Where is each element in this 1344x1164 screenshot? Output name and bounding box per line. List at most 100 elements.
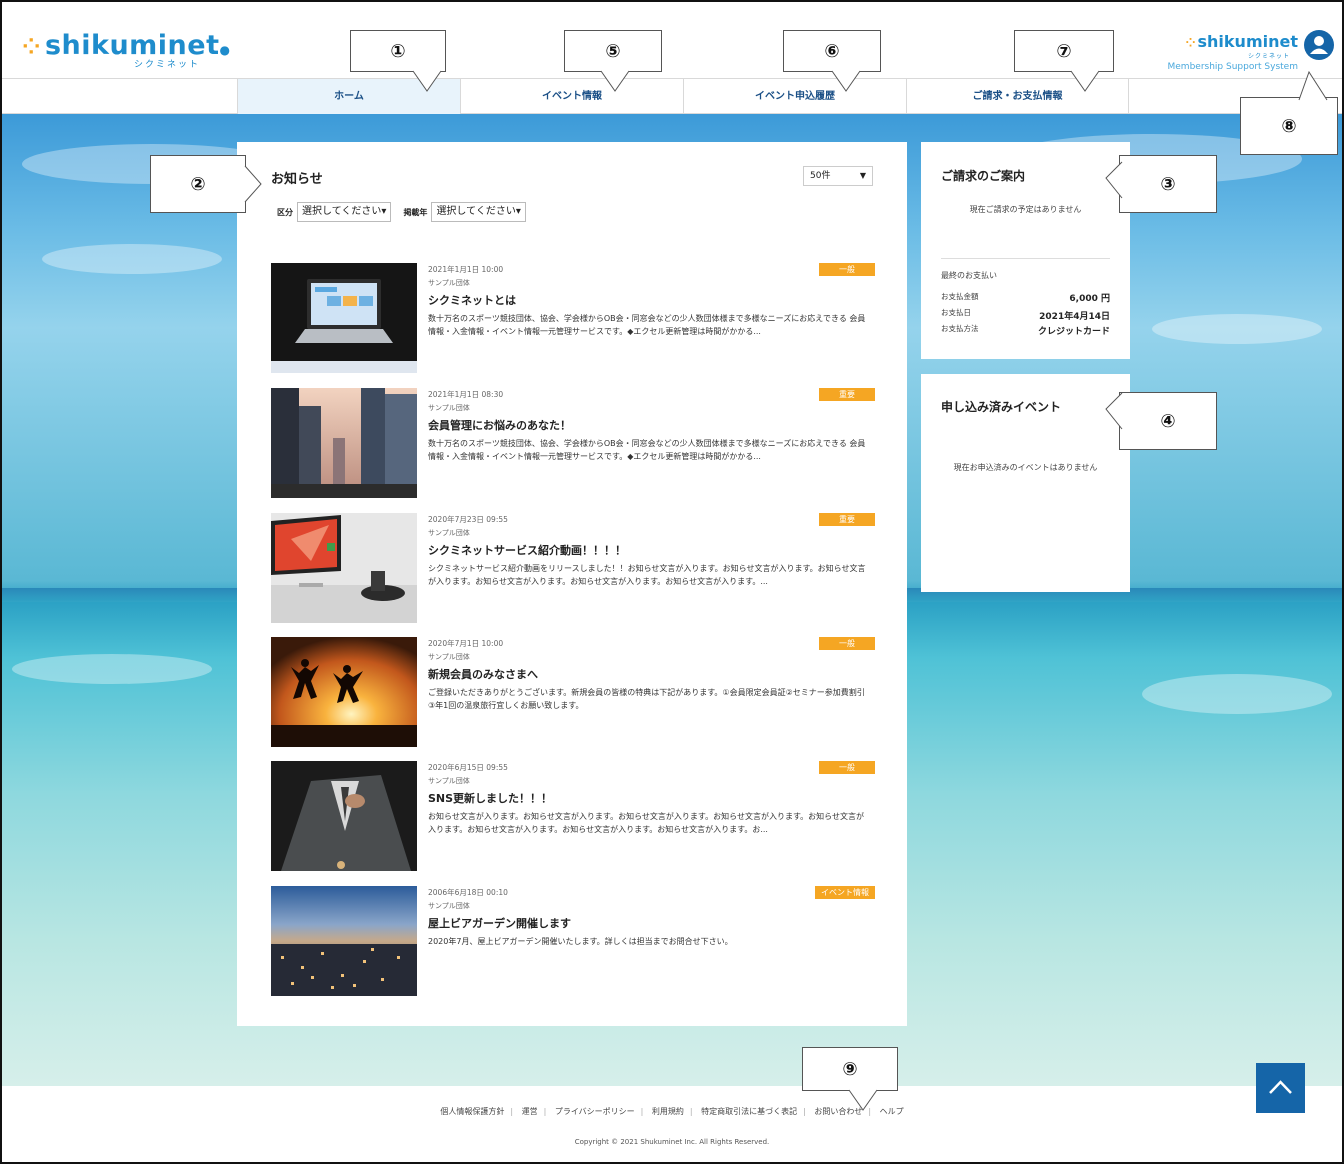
- item-date: 2020年7月23日 09:55: [428, 515, 508, 524]
- notice-item[interactable]: 2020年6月15日 09:55 サンプル団体 SNS更新しました！！！ お知ら…: [271, 761, 875, 871]
- notice-item[interactable]: 2020年7月23日 09:55 サンプル団体 シクミネットサービス紹介動画！！…: [271, 513, 875, 623]
- night-city-image: [271, 886, 417, 996]
- last-payment-label: 最終のお支払い: [941, 271, 997, 280]
- footer-link-help[interactable]: ヘルプ: [880, 1107, 904, 1116]
- category-badge: 重要: [819, 513, 875, 526]
- logo2-dots-icon: ⁘: [1185, 36, 1196, 50]
- billing-panel: ご請求のご案内 現在ご請求の予定はありません 最終のお支払い お支払金額 6,0…: [921, 142, 1130, 359]
- businessman-image: [271, 761, 417, 871]
- item-date: 2006年6月18日 00:10: [428, 888, 508, 897]
- nav-event-history[interactable]: イベント申込履歴: [683, 79, 906, 114]
- copyright: Copyright © 2021 Shukuminet Inc. All Rig…: [574, 1138, 770, 1146]
- events-title: 申し込み済みイベント: [941, 400, 1062, 414]
- item-org: サンプル団体: [428, 902, 470, 910]
- sunset-jump-image: [271, 637, 417, 747]
- item-title[interactable]: 新規会員のみなさまへ: [428, 666, 538, 682]
- category-filter-label: 区分: [277, 207, 293, 217]
- footer-link-operator[interactable]: 運営: [522, 1107, 538, 1116]
- category-badge: 重要: [819, 388, 875, 401]
- notice-filters: 区分 選択してください▾ 掲載年 選択してください▾: [277, 202, 534, 222]
- notice-item[interactable]: 2021年1月1日 08:30 サンプル団体 会員管理にお悩みのあなた！ 数十万…: [271, 388, 875, 498]
- callout-4: ④: [1105, 392, 1217, 450]
- site-footer: 個人情報保護方針 | 運営 | プライバシーポリシー | 利用規約 | 特定商取引法に基…: [2, 1086, 1342, 1162]
- item-date: 2021年1月1日 08:30: [428, 390, 504, 399]
- divider: [941, 258, 1110, 259]
- scroll-to-top-button[interactable]: [1256, 1063, 1305, 1113]
- dropdown-arrow-icon: ▼: [859, 171, 866, 180]
- category-badge: イベント情報: [815, 886, 875, 899]
- notice-item[interactable]: 2020年7月1日 10:00 サンプル団体 新規会員のみなさまへ ご登録いただ…: [271, 637, 875, 747]
- city-buildings-image: [271, 388, 417, 498]
- page-frame: ⁘ shikuminet● シクミネット ⁘ shikuminet シクミネット M…: [0, 0, 1344, 1164]
- main-nav: ホーム イベント情報 イベント申込履歴 ご請求・お支払情報: [2, 78, 1342, 114]
- date-value: 2021年4月14日: [1039, 312, 1110, 322]
- events-message: 現在お申込済みのイベントはありません: [953, 463, 1098, 472]
- chevron-up-icon: [1269, 1080, 1292, 1094]
- item-body: ご登録いただきありがとうございます。新規会員の皆様の特典は下記があります。①会員…: [428, 688, 865, 710]
- item-org: サンプル団体: [428, 279, 470, 287]
- logo2-text: shikuminet: [1197, 32, 1298, 51]
- payment-date-row: お支払日 2021年4月14日: [941, 307, 1110, 322]
- logo2-kana: シクミネット: [1247, 53, 1290, 60]
- item-title[interactable]: SNS更新しました！！！: [428, 790, 552, 806]
- billing-message: 現在ご請求の予定はありません: [969, 205, 1082, 214]
- site-logo[interactable]: ⁘ shikuminet● シクミネット: [22, 30, 230, 70]
- item-date: 2020年6月15日 09:55: [428, 763, 508, 772]
- logo-dots-icon: ⁘: [22, 35, 41, 60]
- footer-links: 個人情報保護方針 | 運営 | プライバシーポリシー | 利用規約 | 特定商取引法に基…: [440, 1107, 904, 1116]
- item-body: シクミネットサービス紹介動画をリリースしました！！お知らせ文言が入ります。お知ら…: [428, 564, 866, 586]
- item-org: サンプル団体: [428, 777, 470, 785]
- payment-amount-row: お支払金額 6,000 円: [941, 291, 1110, 304]
- callout-9: ⑨: [802, 1047, 898, 1111]
- notice-panel: お知らせ 50件 ▼ 区分 選択してください▾ 掲載年 選択してください▾ 20…: [237, 142, 907, 1026]
- callout-7: ⑦: [1014, 30, 1114, 92]
- item-org: サンプル団体: [428, 404, 470, 412]
- year-filter-select[interactable]: 選択してください▾: [431, 202, 526, 222]
- callout-3: ③: [1105, 155, 1217, 213]
- amount-value: 6,000 円: [1069, 294, 1110, 304]
- laptop-image: [271, 263, 417, 373]
- item-org: サンプル団体: [428, 529, 470, 537]
- item-title[interactable]: 会員管理にお悩みのあなた！: [428, 417, 571, 433]
- item-date: 2021年1月1日 10:00: [428, 265, 504, 274]
- footer-link-commerce-law[interactable]: 特定商取引法に基づく表記: [701, 1107, 797, 1116]
- notice-title: お知らせ: [271, 172, 323, 187]
- callout-2: ②: [150, 155, 262, 213]
- category-badge: 一般: [819, 637, 875, 650]
- item-body: 2020年7月、屋上ビアガーデン開催いたします。詳しくは担当までお問合せ下さい。: [428, 937, 733, 946]
- method-label: お支払方法: [941, 324, 979, 333]
- item-title[interactable]: シクミネットとは: [428, 292, 516, 308]
- item-body: 数十万名のスポーツ競技団体、協会、学会様からOB会・同窓会などの少人数団体様まで…: [428, 314, 866, 336]
- date-label: お支払日: [941, 308, 971, 317]
- logo2-subtitle: Membership Support System: [1167, 62, 1299, 72]
- count-select-value: 50件: [810, 171, 831, 181]
- callout-8: ⑧: [1240, 70, 1338, 155]
- item-title[interactable]: 屋上ビアガーデン開催します: [428, 915, 571, 931]
- category-badge: 一般: [819, 263, 875, 276]
- item-title[interactable]: シクミネットサービス紹介動画！！！！: [428, 542, 626, 558]
- billing-title: ご請求のご案内: [941, 169, 1026, 183]
- footer-link-privacy[interactable]: プライバシーポリシー: [555, 1107, 635, 1116]
- notice-item[interactable]: 2006年6月18日 00:10 サンプル団体 屋上ビアガーデン開催します 20…: [271, 886, 875, 996]
- method-value: クレジットカード: [1037, 327, 1110, 337]
- desktop-monitor-image: [271, 513, 417, 623]
- item-date: 2020年7月1日 10:00: [428, 639, 504, 648]
- category-filter-select[interactable]: 選択してください▾: [297, 202, 392, 222]
- count-select[interactable]: 50件 ▼: [803, 166, 873, 186]
- site-header: ⁘ shikuminet● シクミネット ⁘ shikuminet シクミネット M…: [2, 2, 1342, 114]
- callout-1: ①: [350, 30, 446, 92]
- footer-link-terms[interactable]: 利用規約: [652, 1107, 684, 1116]
- callout-6: ⑥: [783, 30, 881, 92]
- item-org: サンプル団体: [428, 653, 470, 661]
- user-account-icon[interactable]: [1304, 30, 1334, 60]
- item-body: お知らせ文言が入ります。お知らせ文言が入ります。お知らせ文言が入ります。お知らせ…: [428, 812, 864, 834]
- footer-link-privacy-policy[interactable]: 個人情報保護方針: [440, 1107, 504, 1116]
- amount-label: お支払金額: [941, 292, 979, 301]
- notice-item[interactable]: 2021年1月1日 10:00 サンプル団体 シクミネットとは 数十万名のスポー…: [271, 263, 875, 373]
- item-body: 数十万名のスポーツ競技団体、協会、学会様からOB会・同窓会などの少人数団体様まで…: [428, 439, 866, 461]
- membership-logo: ⁘ shikuminet シクミネット Membership Support Sy…: [1168, 32, 1299, 72]
- callout-5: ⑤: [564, 30, 662, 92]
- category-badge: 一般: [819, 761, 875, 774]
- registered-events-panel: 申し込み済みイベント 現在お申込済みのイベントはありません: [921, 374, 1130, 592]
- nav-event-info[interactable]: イベント情報: [460, 79, 683, 114]
